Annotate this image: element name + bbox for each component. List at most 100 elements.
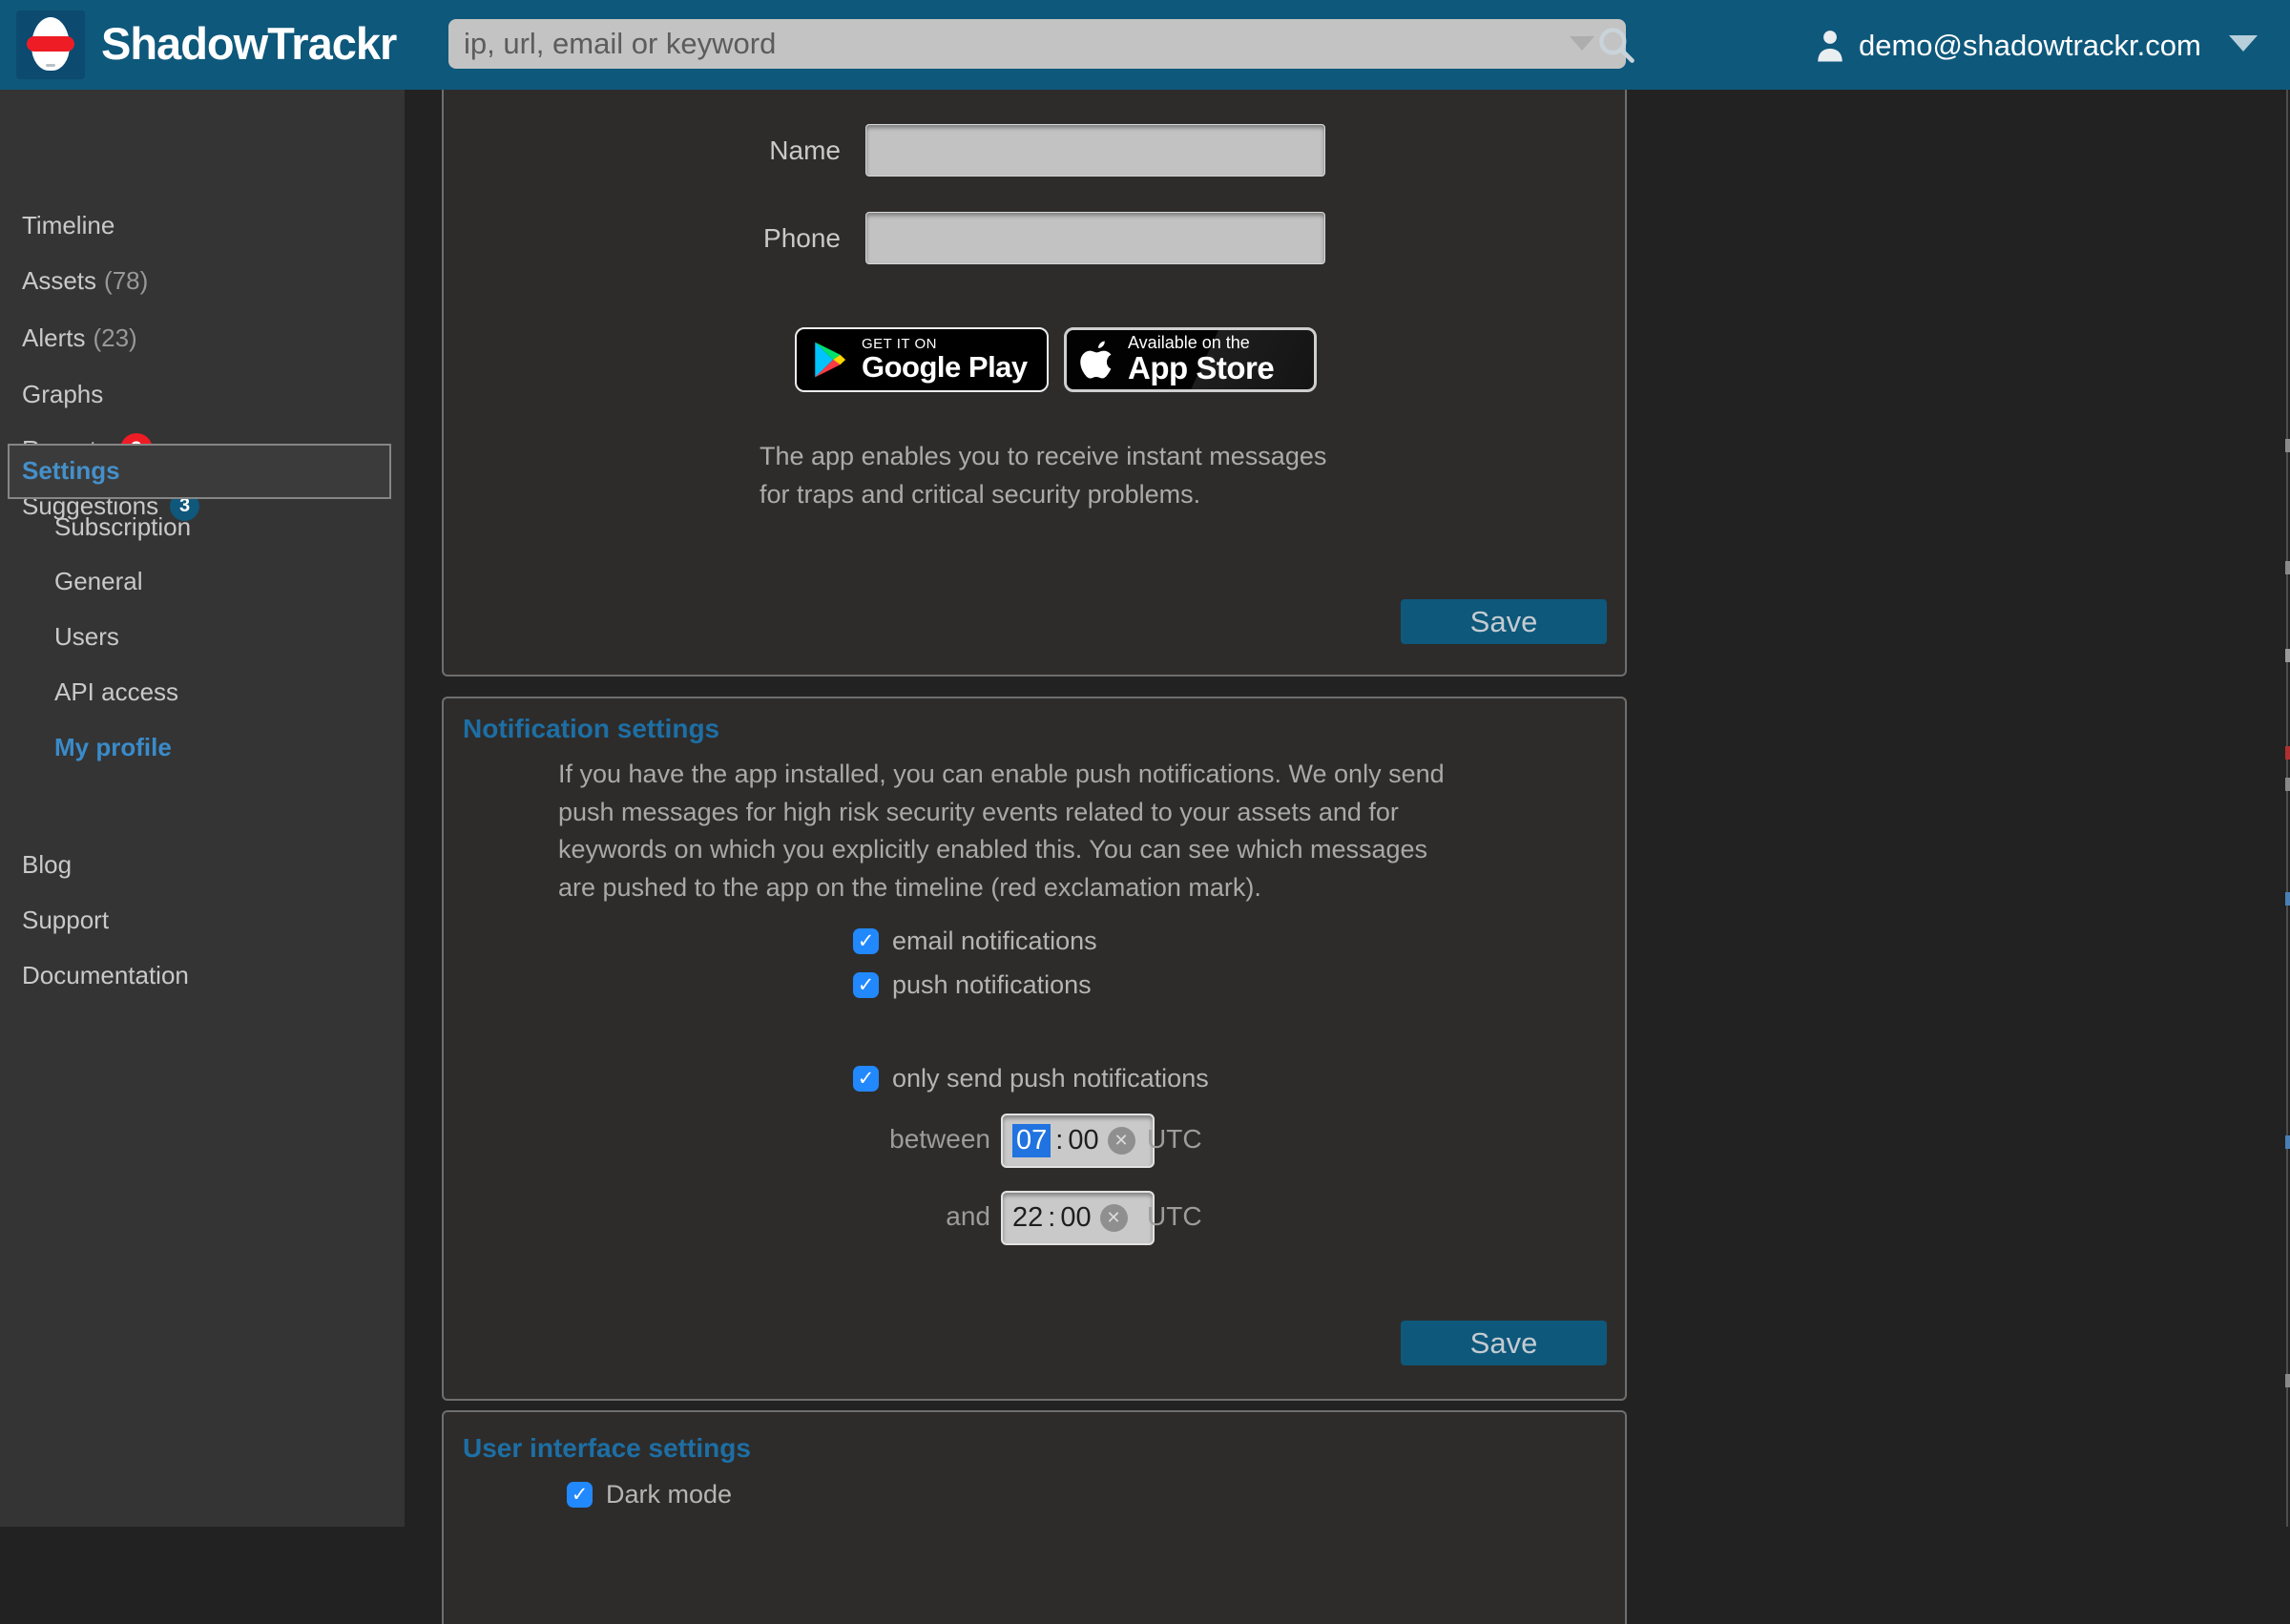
time-from-minute[interactable]: 00 (1068, 1125, 1098, 1156)
notification-description-line: push messages for high risk security eve… (558, 794, 1445, 832)
time-from-input[interactable]: 07 : 00 ✕ (1001, 1114, 1155, 1168)
assets-count: (78) (104, 266, 148, 295)
clipped-text-fragment (2285, 892, 2290, 906)
only-send-push-checkbox-row[interactable]: ✓ only send push notifications (853, 1065, 1209, 1092)
sidebar-item-label: My profile (54, 733, 172, 761)
time-separator: : (1055, 1125, 1063, 1156)
notification-settings-title: Notification settings (463, 714, 719, 744)
helmet-mouth (46, 64, 55, 67)
clear-time-icon[interactable]: ✕ (1100, 1204, 1128, 1232)
and-label: and (800, 1201, 990, 1232)
sidebar-item-assets[interactable]: Assets (78) (22, 265, 148, 296)
apple-icon (1078, 337, 1116, 383)
sidebar-item-users[interactable]: Users (54, 621, 119, 652)
email-notifications-label: email notifications (892, 927, 1097, 954)
notification-save-button[interactable]: Save (1401, 1321, 1607, 1365)
sidebar-item-label: API access (54, 677, 178, 706)
notification-description-line: If you have the app installed, you can e… (558, 756, 1445, 794)
sidebar-item-label: General (54, 567, 143, 595)
clipped-text-fragment (2285, 746, 2290, 760)
person-icon (1813, 27, 1847, 65)
name-input[interactable] (865, 124, 1325, 177)
clipped-text-fragment (2285, 1374, 2290, 1387)
sidebar-item-documentation[interactable]: Documentation (22, 960, 189, 990)
sidebar-item-label: Alerts (22, 323, 85, 352)
sidebar-item-label: Documentation (22, 961, 189, 989)
checkbox-checked-icon[interactable]: ✓ (853, 972, 879, 998)
sidebar-item-label: Users (54, 622, 119, 651)
alerts-count: (23) (93, 323, 136, 352)
push-notifications-label: push notifications (892, 971, 1092, 998)
sidebar-item-alerts[interactable]: Alerts (23) (22, 323, 137, 353)
sidebar-item-graphs[interactable]: Graphs (22, 379, 103, 409)
search-dropdown-caret-icon[interactable] (1570, 36, 1594, 51)
sidebar-item-settings[interactable]: Settings (8, 444, 391, 499)
shadowtrackr-logo-icon[interactable] (16, 10, 85, 79)
checkbox-checked-icon[interactable]: ✓ (853, 1066, 879, 1092)
sidebar-item-subscription[interactable]: Subscription (54, 511, 191, 542)
sidebar-item-support[interactable]: Support (22, 905, 109, 935)
dark-mode-checkbox-row[interactable]: ✓ Dark mode (567, 1481, 732, 1508)
ui-settings-title: User interface settings (463, 1433, 751, 1464)
phone-label: Phone (635, 225, 841, 252)
checkbox-checked-icon[interactable]: ✓ (567, 1482, 593, 1508)
phone-input[interactable] (865, 212, 1325, 264)
sidebar-item-label: Subscription (54, 512, 191, 541)
clipped-text-fragment (2285, 1135, 2290, 1149)
app-store-badge[interactable]: Available on the App Store (1064, 327, 1317, 392)
app-description-line: The app enables you to receive instant m… (760, 437, 1326, 475)
search-input[interactable] (448, 19, 1626, 69)
between-label: between (800, 1124, 990, 1155)
google-play-icon (810, 338, 850, 382)
dark-mode-label: Dark mode (606, 1481, 732, 1508)
google-play-badge[interactable]: GET IT ON Google Play (795, 327, 1049, 392)
app-description-line: for traps and critical security problems… (760, 475, 1326, 513)
account-menu[interactable]: demo@shadowtrackr.com (1813, 25, 2201, 67)
notification-description-line: keywords on which you explicitly enabled… (558, 831, 1445, 869)
brand-title[interactable]: ShadowTrackr (101, 17, 396, 70)
top-bar: ShadowTrackr demo@shadowtrackr.com (0, 0, 2290, 90)
sidebar: Timeline Assets(78) Alerts(23) Graphs Re… (0, 90, 405, 1527)
sidebar-item-general[interactable]: General (54, 566, 143, 596)
search-icon[interactable] (1595, 24, 1637, 66)
sidebar-item-blog[interactable]: Blog (22, 849, 72, 880)
notification-description-line: are pushed to the app on the timeline (r… (558, 869, 1445, 907)
clipped-text-fragment (2285, 561, 2290, 574)
sidebar-item-label: Assets (22, 266, 96, 295)
right-edge-divider (2286, 90, 2288, 1527)
utc-label: UTC (1147, 1124, 1202, 1155)
sidebar-item-label: Blog (22, 850, 72, 879)
clear-time-icon[interactable]: ✕ (1108, 1127, 1135, 1155)
account-dropdown-caret-icon[interactable] (2229, 35, 2258, 52)
app-store-name: App Store (1128, 352, 1274, 385)
sidebar-item-label: Graphs (22, 380, 103, 408)
time-from-hour[interactable]: 07 (1012, 1124, 1051, 1157)
sidebar-item-api-access[interactable]: API access (54, 677, 178, 707)
google-play-name: Google Play (862, 352, 1028, 384)
time-to-input[interactable]: 22 : 00 ✕ (1001, 1191, 1155, 1245)
notification-settings-panel: Notification settings If you have the ap… (442, 697, 1627, 1401)
email-notifications-checkbox-row[interactable]: ✓ email notifications (853, 927, 1097, 954)
checkbox-checked-icon[interactable]: ✓ (853, 928, 879, 954)
time-separator: : (1048, 1202, 1055, 1234)
account-email: demo@shadowtrackr.com (1859, 29, 2201, 63)
time-to-minute[interactable]: 00 (1060, 1202, 1091, 1234)
sidebar-item-label: Timeline (22, 211, 114, 239)
profile-save-button[interactable]: Save (1401, 599, 1607, 644)
ui-settings-panel: User interface settings ✓ Dark mode (442, 1410, 1627, 1624)
sidebar-item-label: Settings (22, 456, 120, 486)
clipped-text-fragment (2285, 778, 2290, 791)
clipped-text-fragment (2285, 439, 2290, 452)
clipped-text-fragment (2285, 649, 2290, 662)
main-content: Name Phone GET IT ON Google Play Availab… (405, 90, 2290, 1527)
profile-panel: Name Phone GET IT ON Google Play Availab… (442, 90, 1627, 677)
time-to-hour[interactable]: 22 (1012, 1202, 1043, 1234)
sidebar-item-my-profile[interactable]: My profile (54, 732, 172, 762)
sidebar-item-label: Support (22, 906, 109, 934)
name-label: Name (635, 137, 841, 164)
sidebar-item-timeline[interactable]: Timeline (22, 210, 114, 240)
utc-label: UTC (1147, 1201, 1202, 1232)
push-notifications-checkbox-row[interactable]: ✓ push notifications (853, 971, 1092, 998)
notification-description: If you have the app installed, you can e… (558, 756, 1445, 906)
only-send-push-label: only send push notifications (892, 1065, 1209, 1092)
